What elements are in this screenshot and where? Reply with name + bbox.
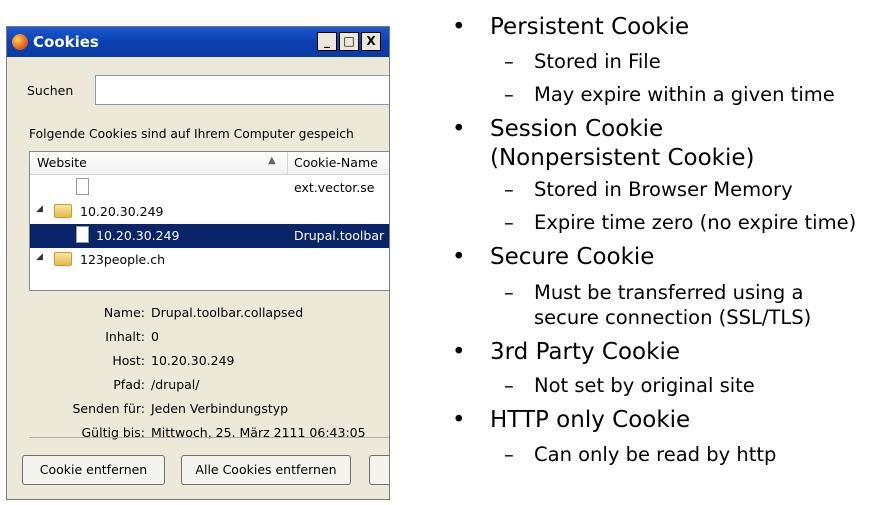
search-label: Suchen	[27, 83, 74, 98]
cookie-name: Drupal.toolbar	[294, 228, 385, 243]
bullet-title: 3rd Party Cookie	[490, 339, 680, 365]
site-name: 10.20.30.249	[80, 204, 164, 219]
sub-text: Expire time zero (no expire time)	[534, 211, 857, 234]
cookie-list[interactable]: Website ▲ Cookie-Name ext.vector.se ◢ 10…	[29, 151, 389, 291]
list-header: Website ▲ Cookie-Name	[30, 152, 389, 175]
detail-value: 0	[151, 329, 159, 344]
detail-key: Pfad:	[113, 377, 145, 392]
remove-cookie-button[interactable]: Cookie entfernen	[22, 455, 165, 485]
detail-key: Inhalt:	[105, 329, 145, 344]
bullet-title: (Nonpersistent Cookie)	[490, 145, 755, 171]
sub-text: Must be transferred using a	[534, 281, 804, 304]
detail-key: Senden für:	[72, 401, 145, 416]
cookie-name: ext.vector.se	[294, 180, 375, 195]
column-website[interactable]: Website	[37, 155, 87, 170]
maximize-button[interactable]: □	[339, 32, 359, 51]
close-button[interactable]: X	[361, 32, 381, 51]
detail-key: Host:	[112, 353, 145, 368]
detail-value: Drupal.toolbar.collapsed	[151, 305, 304, 320]
folder-icon	[54, 204, 72, 218]
sort-arrow-icon: ▲	[268, 155, 276, 166]
bullet-title: HTTP only Cookie	[490, 407, 691, 433]
detail-value: Jeden Verbindungstyp	[151, 401, 289, 416]
slide-text: • Persistent Cookie – Stored in File – May …	[452, 14, 857, 466]
sub-text: May expire within a given time	[534, 83, 835, 106]
cookie-details: Name: Drupal.toolbar.collapsed Inhalt: 0…	[29, 295, 389, 440]
firefox-icon	[12, 34, 28, 50]
bullet-title: Secure Cookie	[490, 244, 655, 270]
cookie-icon	[76, 178, 89, 195]
cookies-window: Cookies _ □ X Suchen Folgende Cookies si…	[6, 26, 390, 500]
site-name: 10.20.30.249	[96, 228, 180, 243]
site-name: 123people.ch	[80, 252, 165, 267]
list-item[interactable]: ◢ 10.20.30.249	[30, 200, 389, 224]
column-cookie-name[interactable]: Cookie-Name	[294, 155, 378, 170]
separator	[29, 437, 389, 438]
search-input[interactable]	[95, 75, 389, 105]
detail-value: 10.20.30.249	[151, 353, 235, 368]
sub-text: Can only be read by http	[534, 443, 777, 466]
sub-text: Not set by original site	[534, 374, 755, 397]
title-bar[interactable]: Cookies _ □ X	[7, 27, 389, 57]
folder-icon	[54, 252, 72, 266]
sub-text: Stored in Browser Memory	[534, 178, 793, 201]
close-dialog-button[interactable]	[369, 455, 389, 485]
sub-text: secure connection (SSL/TLS)	[534, 306, 812, 329]
window-title: Cookies	[33, 33, 99, 51]
list-item[interactable]: ◢ 123people.ch	[30, 248, 389, 272]
cookies-info-label: Folgende Cookies sind auf Ihrem Computer…	[29, 127, 354, 141]
minimize-button[interactable]: _	[317, 32, 337, 51]
collapse-icon[interactable]: ◢	[36, 204, 43, 214]
sub-text: Stored in File	[534, 50, 661, 73]
remove-all-cookies-button[interactable]: Alle Cookies entfernen	[181, 455, 351, 485]
list-item-selected[interactable]: 10.20.30.249 Drupal.toolbar	[30, 224, 389, 248]
bullet-title: Session Cookie	[490, 116, 664, 142]
cookie-icon	[76, 226, 89, 243]
column-divider[interactable]	[287, 152, 288, 174]
detail-key: Name:	[103, 305, 145, 320]
detail-value: /drupal/	[151, 377, 200, 392]
collapse-icon[interactable]: ◢	[36, 252, 43, 262]
list-item[interactable]: ext.vector.se	[30, 176, 389, 200]
bullet-title: Persistent Cookie	[490, 14, 690, 40]
